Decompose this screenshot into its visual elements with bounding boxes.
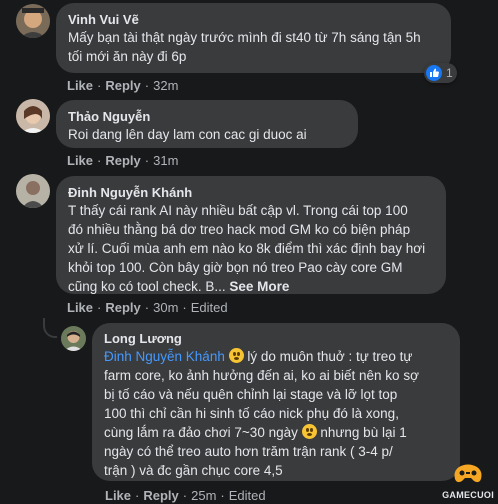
separator: · [182,300,187,315]
separator: · [97,300,102,315]
comment-author[interactable]: Đinh Nguyễn Khánh [68,184,434,201]
like-button[interactable]: Like [105,488,131,503]
grimacing-emoji-icon [301,424,317,439]
timestamp[interactable]: 30m [153,300,178,315]
comment-body-line1: lý do muôn thuở : tự treo tự [243,349,413,364]
comment-author[interactable]: Long Lương [104,330,448,347]
comment-text: Roi dang lên day lam con cac gi duoc ai [68,127,307,142]
avatar-image [16,4,50,38]
separator: · [97,153,102,168]
edited-label: Edited [228,488,266,503]
like-button[interactable]: Like [67,78,93,93]
comment-bubble-4: Long Lương Đinh Nguyễn Khánh lý do muôn … [92,323,460,481]
avatar-dinh-nguyen-khanh[interactable] [16,174,50,208]
comment-bubble-2: Thảo Nguyễn Roi dang lên day lam con cac… [56,100,358,148]
timestamp[interactable]: 25m [191,488,216,503]
timestamp[interactable]: 32m [153,78,178,93]
separator: · [144,300,150,315]
like-button[interactable]: Like [67,153,93,168]
see-more-link[interactable]: See More [229,279,289,294]
comment-author[interactable]: Vinh Vui Vẽ [68,11,439,28]
mention-link[interactable]: Đinh Nguyễn Khánh [104,349,225,364]
like-button[interactable]: Like [67,300,93,315]
reply-button[interactable]: Reply [105,153,140,168]
comment-bubble-1: Vinh Vui Vẽ Mấy bạn tài thật ngày trước … [56,3,451,73]
separator: · [182,488,188,503]
comment-body-line5-end: nhưng bù lại 1 [316,425,407,440]
avatar-image [16,99,50,133]
avatar-vinh-vui-ve[interactable] [16,4,50,38]
avatar-image [16,174,50,208]
comment-text: Đinh Nguyễn Khánh lý do muôn thuở : tự t… [104,347,448,480]
gamecuoi-logo-icon [454,464,482,483]
edited-label: Edited [190,300,228,315]
comment-actions-2: Like · Reply · 31m [67,153,178,169]
reply-button[interactable]: Reply [105,78,140,93]
comment-body: farm core, ko ảnh hưởng đến ai, ko ai bi… [104,368,419,421]
avatar-long-luong[interactable] [61,326,86,351]
gamecuoi-watermark: GAMECUOI [442,463,494,500]
comment-bubble-3: Đinh Nguyễn Khánh T thấy cái rank AI này… [56,176,446,294]
reply-button[interactable]: Reply [143,488,178,503]
separator: · [144,153,150,168]
separator: · [97,78,102,93]
reaction-summary[interactable]: 1 [424,63,457,83]
comment-author[interactable]: Thảo Nguyễn [68,108,346,125]
separator: · [135,488,140,503]
watermark-text: GAMECUOI [442,490,494,500]
avatar-thao-nguyen[interactable] [16,99,50,133]
avatar-image [61,326,86,351]
comment-text: T thấy cái rank AI này nhiều bất cập vl.… [68,201,434,296]
reaction-count: 1 [446,66,453,80]
comment-body-line5: cùng lắm ra đảo chơi 7~30 ngày [104,425,302,440]
comment-text: Mấy bạn tài thật ngày trước mình đi st40… [68,30,421,64]
comment-actions-1: Like · Reply · 32m [67,78,178,94]
grimacing-emoji-icon [228,348,244,363]
comment-body-end: ngày có thể treo auto hơn trăm trận rank… [104,444,393,478]
like-reaction-icon [426,65,442,81]
separator: · [220,488,225,503]
thread-connector [43,318,57,338]
timestamp[interactable]: 31m [153,153,178,168]
separator: · [144,78,150,93]
reply-button[interactable]: Reply [105,300,140,315]
comment-actions-3: Like · Reply · 30m · Edited [67,300,228,316]
comment-actions-4: Like · Reply · 25m · Edited [105,488,266,504]
